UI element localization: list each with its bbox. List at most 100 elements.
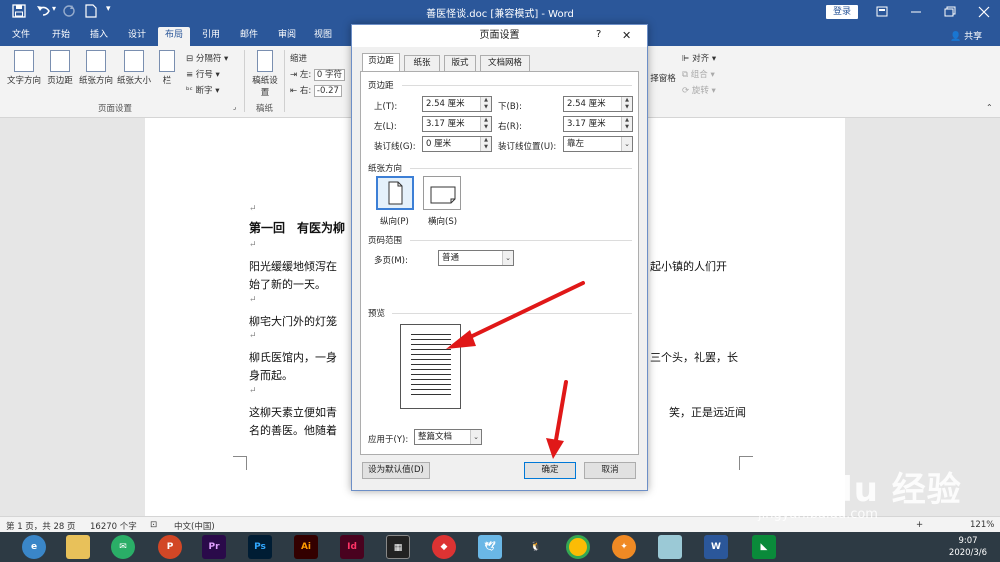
tab-references[interactable]: 引用 xyxy=(196,27,226,46)
qq-icon[interactable]: 🐧 xyxy=(524,535,548,559)
manuscript-icon xyxy=(257,50,273,72)
zoom-level[interactable]: 121% xyxy=(970,520,994,530)
title-bar: ▾ ▾ 善医怪谈.doc [兼容模式] - Word 登录 xyxy=(0,0,1000,24)
portrait-label[interactable]: 纵向(P) xyxy=(380,215,409,227)
tab-design[interactable]: 设计 xyxy=(122,27,152,46)
size-icon xyxy=(124,50,144,72)
browser-icon[interactable]: e xyxy=(22,535,46,559)
spinner-arrows-icon[interactable]: ▲ ▼ xyxy=(621,97,632,111)
top-margin-spinner[interactable]: 2.54 厘米 ▲ ▼ xyxy=(422,96,492,112)
share-button[interactable]: 👤 共享 xyxy=(950,29,982,42)
multiple-pages-label: 多页(M): xyxy=(374,256,408,266)
page-setup-launcher-icon[interactable]: ⌟ xyxy=(233,103,236,111)
gutter-value: 0 厘米 xyxy=(426,139,452,149)
tab-view[interactable]: 视图 xyxy=(308,27,338,46)
orange-app-icon[interactable]: ✦ xyxy=(612,535,636,559)
size-button[interactable]: 纸张大小 xyxy=(116,50,152,86)
media-icon[interactable]: ◆ xyxy=(432,535,456,559)
margins-button[interactable]: 页边距 xyxy=(46,50,74,86)
chevron-down-icon: ⌄ xyxy=(470,430,481,444)
text-direction-button[interactable]: 文字方向 xyxy=(6,50,42,86)
wechat-icon[interactable]: ✉ xyxy=(111,535,135,559)
indent-right-value[interactable]: -0.27 xyxy=(313,85,342,97)
system-clock[interactable]: 9:07 2020/3/6 xyxy=(938,535,998,559)
tab-review[interactable]: 审阅 xyxy=(272,27,302,46)
zoom-in-icon[interactable]: + xyxy=(916,520,923,530)
tab-home[interactable]: 开始 xyxy=(46,27,76,46)
tab-insert[interactable]: 插入 xyxy=(84,27,114,46)
gutter-label: 装订线(G): xyxy=(374,142,416,152)
bottom-margin-spinner[interactable]: 2.54 厘米 ▲ ▼ xyxy=(563,96,633,112)
dialog-close-icon[interactable]: ✕ xyxy=(622,29,631,42)
premiere-icon[interactable]: Pr xyxy=(202,535,226,559)
tab-layout[interactable]: 布局 xyxy=(158,27,190,46)
landscape-label[interactable]: 横向(S) xyxy=(428,215,457,227)
collapse-ribbon-icon[interactable]: ⌃ xyxy=(986,103,993,112)
dialog-tab-paper[interactable]: 纸张 xyxy=(404,55,440,71)
multiple-pages-select[interactable]: 普通 ⌄ xyxy=(438,250,514,266)
powerpoint-icon[interactable]: P xyxy=(158,535,182,559)
minimize-icon[interactable] xyxy=(906,3,926,21)
manuscript-button[interactable]: 稿纸设置 xyxy=(252,50,278,98)
cube-icon[interactable] xyxy=(658,535,682,559)
spinner-arrows-icon[interactable]: ▲ ▼ xyxy=(480,137,491,151)
restore-icon[interactable] xyxy=(940,3,960,21)
selection-pane-button[interactable]: 择窗格 xyxy=(648,72,678,84)
breaks-button[interactable]: ⊟ 分隔符 ▾ xyxy=(186,52,228,64)
green-app-icon[interactable]: ◣ xyxy=(752,535,776,559)
spinner-arrows-icon[interactable]: ▲ ▼ xyxy=(621,117,632,131)
right-margin-spinner[interactable]: 3.17 厘米 ▲ ▼ xyxy=(563,116,633,132)
apply-to-label: 应用于(Y): xyxy=(368,435,409,445)
gutter-position-select[interactable]: 靠左 ⌄ xyxy=(563,136,633,152)
apply-to-select[interactable]: 整篇文档 ⌄ xyxy=(414,429,482,445)
line-numbers-label: 行号 xyxy=(195,70,213,80)
language-status[interactable]: 中文(中国) xyxy=(174,520,215,532)
rotate-button[interactable]: ⟳ 旋转 ▾ xyxy=(682,84,716,96)
gutter-spinner[interactable]: 0 厘米 ▲ ▼ xyxy=(422,136,492,152)
help-icon[interactable]: ? xyxy=(596,29,601,40)
video-editor-icon[interactable]: ▦ xyxy=(386,535,410,559)
cancel-button[interactable]: 取消 xyxy=(584,462,636,479)
page-count[interactable]: 第 1 页，共 28 页 xyxy=(6,520,76,532)
spinner-arrows-icon[interactable]: ▲ ▼ xyxy=(480,97,491,111)
indesign-icon[interactable]: Id xyxy=(340,535,364,559)
tab-mailings[interactable]: 邮件 xyxy=(234,27,264,46)
file-explorer-icon[interactable] xyxy=(66,535,90,559)
word-count[interactable]: 16270 个字 xyxy=(90,520,137,532)
paragraph-4-line-1-end: 笑，正是远近闻 xyxy=(669,406,746,419)
dialog-tab-layout[interactable]: 版式 xyxy=(444,55,476,71)
set-default-button[interactable]: 设为默认值(D) xyxy=(362,462,430,479)
ok-button[interactable]: 确定 xyxy=(524,462,576,479)
login-button[interactable]: 登录 xyxy=(826,5,858,19)
chrome-icon[interactable] xyxy=(566,535,590,559)
align-button[interactable]: ⊫ 对齐 ▾ xyxy=(682,52,716,64)
group-button[interactable]: ⧉ 组合 ▾ xyxy=(682,68,715,80)
hyphenation-button[interactable]: ᵇᶜ 断字 ▾ xyxy=(186,84,219,96)
ribbon-display-icon[interactable] xyxy=(872,3,892,21)
line-numbers-button[interactable]: ≡ 行号 ▾ xyxy=(186,68,220,80)
dialog-tab-margins[interactable]: 页边距 xyxy=(362,53,400,72)
indent-left-value[interactable]: 0 字符 xyxy=(313,69,346,81)
rotate-icon: ⟳ xyxy=(682,86,690,96)
photoshop-icon[interactable]: Ps xyxy=(248,535,272,559)
tab-file[interactable]: 文件 xyxy=(6,27,36,46)
word-icon[interactable]: W xyxy=(704,535,728,559)
orientation-button[interactable]: 纸张方向 xyxy=(78,50,114,86)
illustrator-icon[interactable]: Ai xyxy=(294,535,318,559)
portrait-option[interactable] xyxy=(376,176,414,210)
orientation-section-title: 纸张方向 xyxy=(368,164,403,174)
dialog-tab-grid[interactable]: 文档网格 xyxy=(480,55,530,71)
landscape-option[interactable] xyxy=(423,176,461,210)
spinner-arrows-icon[interactable]: ▲ ▼ xyxy=(480,117,491,131)
indent-right-field[interactable]: ⇤ 右: -0.27 xyxy=(290,84,342,97)
indent-left-field[interactable]: ⇥ 左: 0 字符 xyxy=(290,68,346,81)
proofing-icon[interactable]: ⊡ xyxy=(150,520,157,530)
indent-label: 缩进 xyxy=(290,54,308,64)
close-icon[interactable] xyxy=(974,3,994,21)
columns-button[interactable]: 栏 xyxy=(156,50,178,86)
section-divider xyxy=(402,85,632,86)
left-margin-spinner[interactable]: 3.17 厘米 ▲ ▼ xyxy=(422,116,492,132)
indent-left-label: 左: xyxy=(299,70,312,80)
crop-mark xyxy=(739,456,753,470)
bird-icon[interactable]: 🕊 xyxy=(478,535,502,559)
